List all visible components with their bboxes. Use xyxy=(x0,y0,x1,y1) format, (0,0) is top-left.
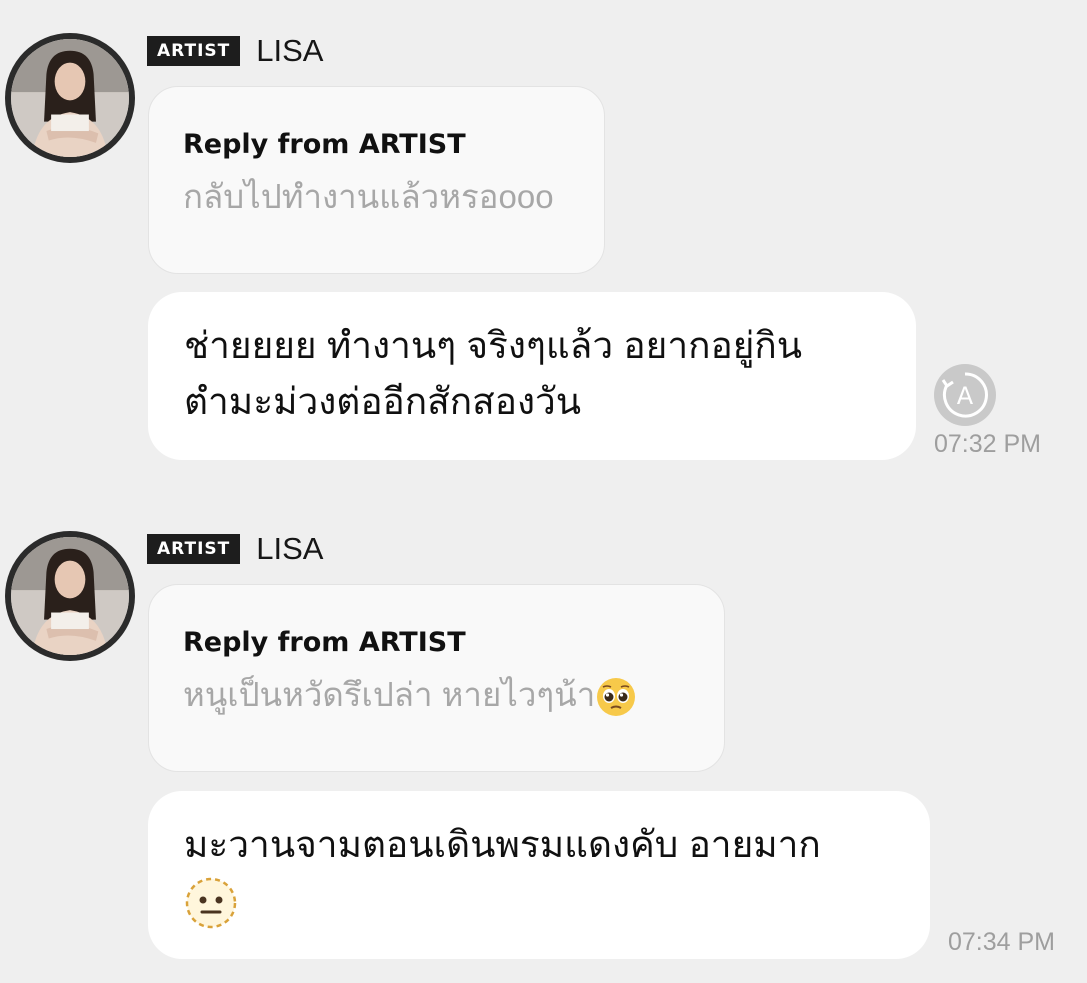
avatar-portrait-icon xyxy=(11,537,129,655)
reply-quoted-text: หนูเป็นหวัดรึเปล่า หายไวๆน้า xyxy=(183,673,690,718)
sender-name[interactable]: LISA xyxy=(256,34,323,68)
artist-badge: ARTIST xyxy=(147,36,241,66)
reply-title: Reply from ARTIST xyxy=(183,129,466,160)
avatar-photo xyxy=(11,537,129,655)
artist-badge: ARTIST xyxy=(147,534,241,564)
avatar-portrait-icon xyxy=(11,39,129,157)
sender-row: ARTIST LISA xyxy=(147,34,323,68)
message-emoji-line xyxy=(184,873,894,930)
sender-name[interactable]: LISA xyxy=(256,532,323,566)
reply-quoted-text-content: หนูเป็นหวัดรึเปล่า หายไวๆน้า xyxy=(183,676,596,713)
message-line: ตำมะม่วงต่ออีกสักสองวัน xyxy=(184,381,582,422)
message-line: มะวานจามตอนเดินพรมแดงคับ อายมาก xyxy=(184,824,821,865)
message-line: ช่ายยยย ทำงานๆ จริงๆแล้ว อยากอยู่กิน xyxy=(184,325,803,366)
avatar-photo xyxy=(11,39,129,157)
message-bubble[interactable]: ช่ายยยย ทำงานๆ จริงๆแล้ว อยากอยู่กิน ตำม… xyxy=(148,292,916,460)
message-timestamp: 07:34 PM xyxy=(948,928,1056,956)
sender-row: ARTIST LISA xyxy=(147,532,323,566)
message-timestamp: 07:32 PM xyxy=(934,430,1042,458)
avatar[interactable] xyxy=(5,33,135,163)
reply-quoted-text: กลับไปทำงานแล้วหรอooo xyxy=(183,178,554,215)
neutral-face-dashed-emoji-icon xyxy=(185,877,237,929)
reply-title: Reply from ARTIST xyxy=(183,627,466,658)
svg-text:A: A xyxy=(957,382,974,410)
translate-icon[interactable]: A xyxy=(934,364,996,426)
reply-card[interactable]: Reply from ARTIST หนูเป็นหวัดรึเปล่า หาย… xyxy=(148,584,725,772)
avatar[interactable] xyxy=(5,531,135,661)
reply-card[interactable]: Reply from ARTIST กลับไปทำงานแล้วหรอooo xyxy=(148,86,605,274)
pleading-face-emoji-icon xyxy=(597,678,636,717)
message-bubble[interactable]: มะวานจามตอนเดินพรมแดงคับ อายมาก xyxy=(148,791,930,959)
